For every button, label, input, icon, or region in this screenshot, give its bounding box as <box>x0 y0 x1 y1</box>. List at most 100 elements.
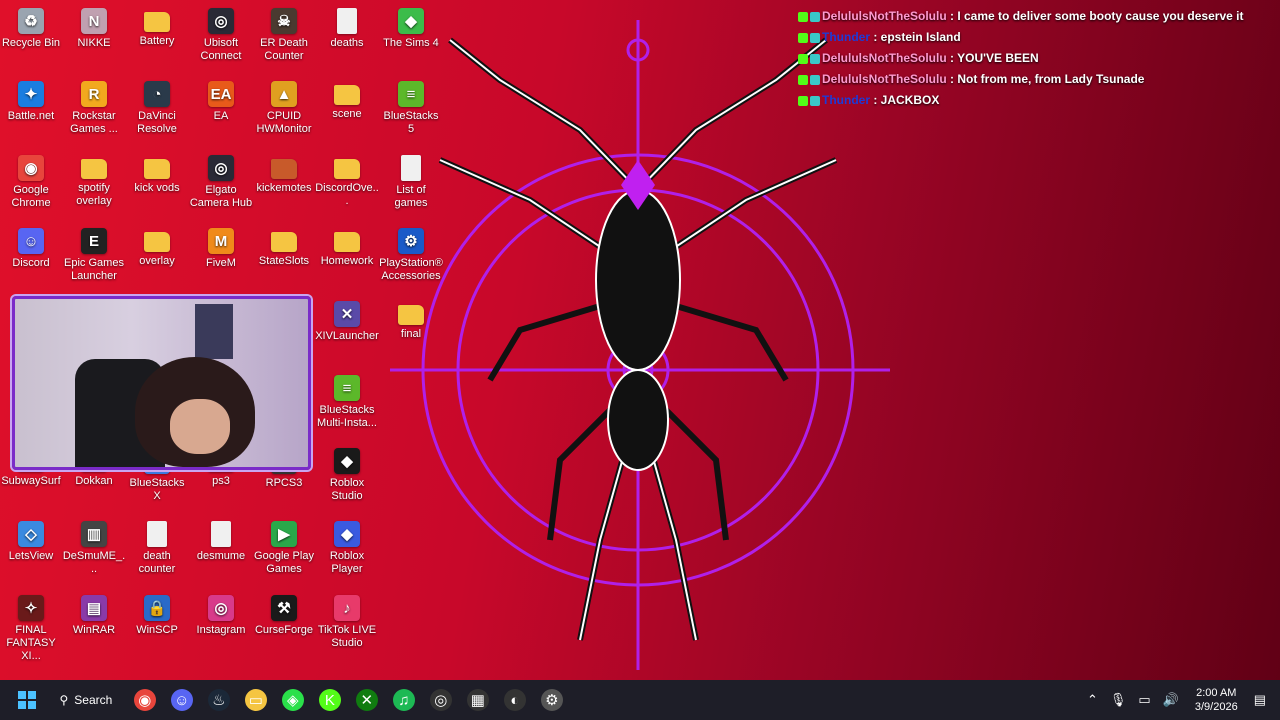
desktop-icon-er-death-counter[interactable]: ☠ ER Death Counter <box>252 8 316 63</box>
desktop-icon-spotify-overlay[interactable]: spotify overlay <box>62 155 126 208</box>
desktop-icon-stateslots[interactable]: StateSlots <box>252 228 316 268</box>
davinci-icon: ◔ <box>144 81 170 107</box>
desktop-icon-battle-net[interactable]: ✦ Battle.net <box>0 81 63 123</box>
desktop-icon-scene[interactable]: scene <box>315 81 379 121</box>
desktop-icon-the-sims-4[interactable]: ◆ The Sims 4 <box>379 8 443 50</box>
chat-separator: : <box>870 30 881 44</box>
desktop-icon-curseforge[interactable]: ⚒ CurseForge <box>252 595 316 637</box>
desktop-icon-roblox-studio[interactable]: ◆ Roblox Studio <box>315 448 379 503</box>
desktop-icon-label: DeSmuME_... <box>62 550 126 575</box>
desktop-icon-kickemotes[interactable]: kickemotes <box>252 155 316 195</box>
desktop-icon-roblox-player[interactable]: ◆ Roblox Player <box>315 521 379 576</box>
desktop-icon-label: WinRAR <box>72 624 116 636</box>
desktop-icon-ea[interactable]: EA EA <box>189 81 253 123</box>
winscp-icon: 🔒 <box>144 595 170 621</box>
desktop-icon-google-chrome[interactable]: ◉ Google Chrome <box>0 155 63 210</box>
discord-taskbar-icon[interactable]: ☺ <box>170 689 193 711</box>
clock[interactable]: 2:00 AM 3/9/2026 <box>1195 686 1238 714</box>
desktop-icon-epic-games-launcher[interactable]: E Epic Games Launcher <box>62 228 126 283</box>
chat-text: epstein Island <box>880 30 961 44</box>
desktop-icon-recycle-bin[interactable]: ♻ Recycle Bin <box>0 8 63 50</box>
desktop-icon-label: BlueStacks X <box>129 477 185 502</box>
elgato-taskbar-icon[interactable]: ◎ <box>429 689 452 711</box>
desktop-icon-homework[interactable]: Homework <box>315 228 379 268</box>
desktop-icon-bluestacks-multi-insta[interactable]: ≡ BlueStacks Multi-Insta... <box>315 375 379 430</box>
desktop-icon-death-counter[interactable]: death counter <box>125 521 189 576</box>
file-explorer-taskbar-icon[interactable]: ▭ <box>244 689 267 711</box>
letsview-icon: ◇ <box>18 521 44 547</box>
desktop-icon-kick-vods[interactable]: kick vods <box>125 155 189 195</box>
desktop-icon-label: kick vods <box>134 182 180 194</box>
desktop-icon-label: Homework <box>320 255 374 267</box>
desktop-icon-elgato-camera-hub[interactable]: ◎ Elgato Camera Hub <box>189 155 253 210</box>
steam-taskbar-icon[interactable]: ♨ <box>207 689 230 711</box>
desktop-icon-battery[interactable]: Battery <box>125 8 189 48</box>
desktop-icon-label: XIVLauncher <box>315 330 379 342</box>
desktop-icon-label: TikTok LIVE Studio <box>317 624 377 649</box>
chat-message: DelululsNotTheSolulu : YOU'VE BEEN <box>798 48 1258 69</box>
desktop-icon-instagram[interactable]: ◎ Instagram <box>189 595 253 637</box>
folder-icon <box>271 159 297 179</box>
chevron-up-icon[interactable]: ⌃ <box>1087 692 1098 708</box>
desktop-icon-label: DiscordOve... <box>315 182 379 207</box>
volume-icon[interactable]: 🔊 <box>1163 692 1179 708</box>
instagram-icon: ◎ <box>208 595 234 621</box>
folder-icon <box>334 85 360 105</box>
desktop-icon-fivem[interactable]: M FiveM <box>189 228 253 270</box>
desktop-icon-label: Battery <box>139 35 175 47</box>
desktop-icon-winrar[interactable]: ▤ WinRAR <box>62 595 126 637</box>
taskbar-search[interactable]: ⚲ Search <box>50 685 123 715</box>
desktop-icon-tiktok-live-studio[interactable]: ♪ TikTok LIVE Studio <box>315 595 379 650</box>
folder-icon <box>271 232 297 252</box>
razer-taskbar-icon[interactable]: ◈ <box>281 689 304 711</box>
system-tray: ⌃ 🎙 ▭ 🔊 2:00 AM 3/9/2026 ▤ <box>1081 680 1272 720</box>
desktop-icon-desmume[interactable]: ▥ DeSmuME_... <box>62 521 126 576</box>
kick-taskbar-icon[interactable]: K <box>318 689 341 711</box>
desktop-icon-label: Elgato Camera Hub <box>189 184 253 209</box>
desktop-icon-label: overlay <box>139 255 175 267</box>
start-button[interactable] <box>12 685 42 715</box>
desktop-icon-bluestacks-5[interactable]: ≡ BlueStacks 5 <box>379 81 443 136</box>
streamdeck-taskbar-icon[interactable]: ▦ <box>466 689 489 711</box>
desktop-icon-ubisoft-connect[interactable]: ◎ Ubisoft Connect <box>189 8 253 63</box>
obs-taskbar-icon[interactable]: ◐ <box>503 689 526 711</box>
chrome-taskbar-icon[interactable]: ◉ <box>133 689 156 711</box>
chat-text: Not from me, from Lady Tsunade <box>957 72 1145 86</box>
clock-time: 2:00 AM <box>1196 687 1237 699</box>
desktop-icon-label: Ubisoft Connect <box>200 37 242 62</box>
xbox-taskbar-icon[interactable]: ✕ <box>355 689 378 711</box>
network-icon[interactable]: ▭ <box>1138 692 1150 708</box>
desktop-icon-nikke[interactable]: N NIKKE <box>62 8 126 50</box>
desktop-icon-winscp[interactable]: 🔒 WinSCP <box>125 595 189 637</box>
tiktok-icon: ♪ <box>334 595 360 621</box>
desktop-icon-xivlauncher[interactable]: ✕ XIVLauncher <box>315 301 379 343</box>
subscriber-badge-icon <box>810 53 820 64</box>
desktop-icon-playstation-accessories[interactable]: ⚙ PlayStation® Accessories <box>379 228 443 283</box>
desktop-icon-label: Instagram <box>196 624 246 636</box>
notification-icon[interactable]: ▤ <box>1254 692 1266 708</box>
spotify-taskbar-icon[interactable]: ♫ <box>392 689 415 711</box>
chat-message: DelululsNotTheSolulu : I came to deliver… <box>798 6 1258 27</box>
microphone-icon[interactable]: 🎙 <box>1110 692 1127 708</box>
desktop-icon-letsview[interactable]: ◇ LetsView <box>0 521 63 563</box>
desktop-icon-desmume[interactable]: desmume <box>189 521 253 563</box>
desktop-icon-discord[interactable]: ☺ Discord <box>0 228 63 270</box>
chat-text: JACKBOX <box>880 93 940 107</box>
desktop-icon-google-play-games[interactable]: ▶ Google Play Games <box>252 521 316 576</box>
desktop-icon-label: EA <box>213 110 229 122</box>
chat-separator: : <box>946 51 958 65</box>
settings-taskbar-icon[interactable]: ⚙ <box>540 689 563 711</box>
desktop-icon-label: RPCS3 <box>265 477 303 489</box>
desktop-icon-overlay[interactable]: overlay <box>125 228 189 268</box>
kick-badge-icon <box>798 11 808 22</box>
desktop-icon-label: FiveM <box>206 257 236 269</box>
desktop-icon-label: Epic Games Launcher <box>64 257 124 282</box>
desktop-icon-final[interactable]: final <box>379 301 443 341</box>
desktop-icon-cpuid-hwmonitor[interactable]: ▲ CPUID HWMonitor <box>252 81 316 136</box>
desktop-icon-deaths[interactable]: deaths <box>315 8 379 50</box>
desktop-icon-rockstar-games[interactable]: R Rockstar Games ... <box>62 81 126 136</box>
desktop-icon-davinci-resolve[interactable]: ◔ DaVinci Resolve <box>125 81 189 136</box>
desktop-icon-final-fantasy-xi[interactable]: ✧ FINAL FANTASY XI... <box>0 595 63 663</box>
desktop-icon-discordove[interactable]: DiscordOve... <box>315 155 379 208</box>
desktop-icon-list-of-games[interactable]: List of games <box>379 155 443 210</box>
